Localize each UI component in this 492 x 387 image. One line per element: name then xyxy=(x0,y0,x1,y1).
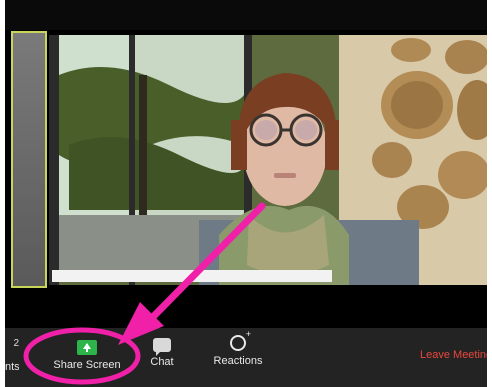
chat-button[interactable]: Chat xyxy=(145,338,179,368)
thumbnail-video xyxy=(13,33,45,286)
meeting-toolbar: 2 nts Share Screen Chat Reactions Leave … xyxy=(5,328,487,387)
top-black-band xyxy=(5,0,487,30)
share-screen-label: Share Screen xyxy=(53,359,121,371)
reactions-label: Reactions xyxy=(213,355,263,367)
share-screen-button[interactable]: Share Screen xyxy=(42,340,132,371)
participants-count: 2 xyxy=(13,338,19,349)
speaker-video-scene xyxy=(49,35,487,285)
chat-label: Chat xyxy=(150,356,174,368)
zoom-meeting-window: 2 nts Share Screen Chat Reactions Leave … xyxy=(5,0,487,387)
reaction-smiley-icon xyxy=(230,329,251,351)
video-caption-bar xyxy=(52,270,332,282)
leave-meeting-button[interactable]: Leave Meeting xyxy=(420,349,487,361)
speaker-video xyxy=(49,35,487,285)
share-screen-icon xyxy=(77,340,97,355)
participants-button[interactable]: 2 nts xyxy=(5,338,19,373)
chat-bubble-icon xyxy=(153,338,171,356)
participants-label: nts xyxy=(5,361,19,373)
participant-thumbnail[interactable] xyxy=(11,31,47,288)
reactions-button[interactable]: Reactions xyxy=(205,329,271,367)
leave-meeting-label: Leave Meeting xyxy=(420,349,487,361)
